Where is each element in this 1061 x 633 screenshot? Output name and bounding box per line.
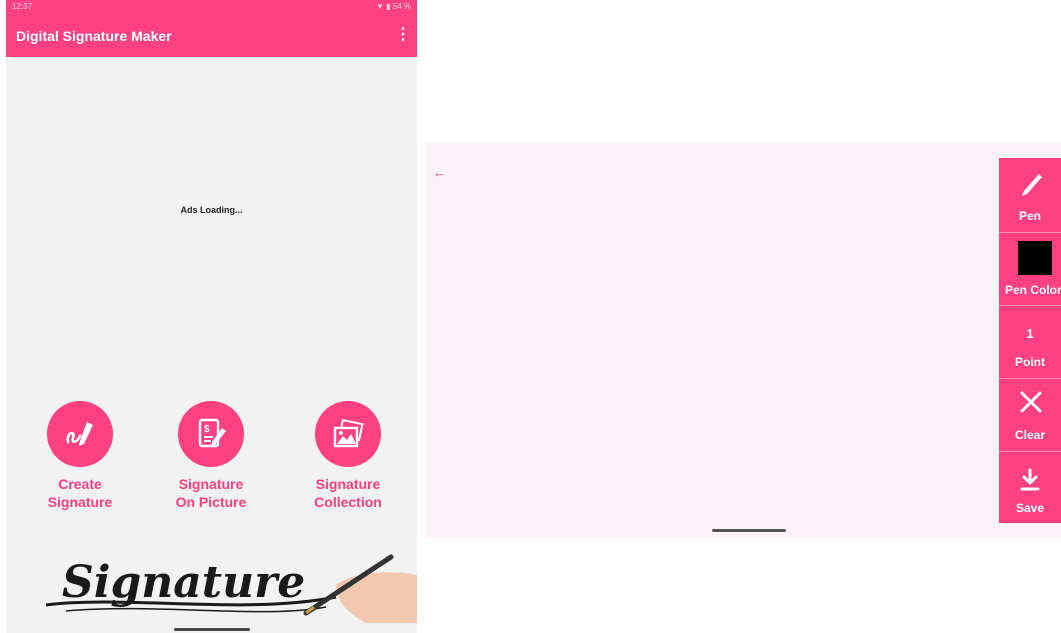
app-title: Digital Signature Maker: [16, 28, 172, 44]
pen-color-button[interactable]: Pen Color: [999, 233, 1061, 305]
image-gallery-icon: [315, 401, 381, 467]
status-time: 12:37: [12, 2, 33, 11]
home-screen: 12:37 ▼ ▮ 54 % Digital Signature Maker ⋮…: [6, 0, 417, 633]
create-signature-label: Create Signature: [47, 476, 113, 510]
create-signature-button[interactable]: Create Signature: [10, 401, 150, 511]
drawing-screen: ← Pen Pen Color 1 Point Clear Save: [425, 143, 1061, 538]
status-bar: 12:37 ▼ ▮ 54 %: [6, 0, 417, 14]
drawing-canvas[interactable]: [425, 183, 995, 523]
home-indicator[interactable]: [174, 628, 250, 631]
clear-button[interactable]: Clear: [999, 379, 1061, 451]
point-size-button[interactable]: 1 Point: [999, 306, 1061, 378]
pen-color-swatch: [1018, 241, 1052, 275]
arrow-left-icon[interactable]: ←: [433, 165, 446, 180]
point-label: Point: [1015, 355, 1045, 369]
download-icon: [1020, 468, 1040, 491]
signature-collection-label: Signature Collection: [314, 476, 382, 510]
more-vert-icon[interactable]: ⋮: [395, 26, 411, 44]
drawing-toolbar: Pen Pen Color 1 Point Clear Save: [999, 158, 1061, 523]
signature-pen-icon: [47, 401, 113, 467]
pen-label: Pen: [1018, 209, 1041, 223]
clear-label: Clear: [1014, 428, 1046, 442]
signature-on-picture-label: Signature On Picture: [175, 476, 247, 510]
signature-on-picture-button[interactable]: $ Signature On Picture: [141, 401, 281, 511]
svg-text:$: $: [204, 424, 210, 435]
save-button[interactable]: Save: [999, 452, 1061, 523]
app-bar: Digital Signature Maker ⋮: [6, 14, 417, 57]
document-edit-icon: $: [178, 401, 244, 467]
pen-tool-button[interactable]: Pen: [999, 158, 1061, 231]
ads-loading-text: Ads Loading...: [180, 205, 243, 215]
point-value: 1: [1026, 326, 1034, 341]
signature-collection-button[interactable]: Signature Collection: [278, 401, 417, 511]
signature-banner: Signature: [6, 545, 417, 625]
save-label: Save: [1015, 501, 1045, 515]
svg-text:Signature: Signature: [62, 557, 305, 608]
close-icon: [1020, 391, 1042, 413]
home-indicator[interactable]: [712, 529, 786, 532]
pen-color-label: Pen Color: [1005, 283, 1061, 297]
pen-icon: [1022, 174, 1042, 196]
status-indicators: ▼ ▮ 54 %: [376, 2, 411, 11]
